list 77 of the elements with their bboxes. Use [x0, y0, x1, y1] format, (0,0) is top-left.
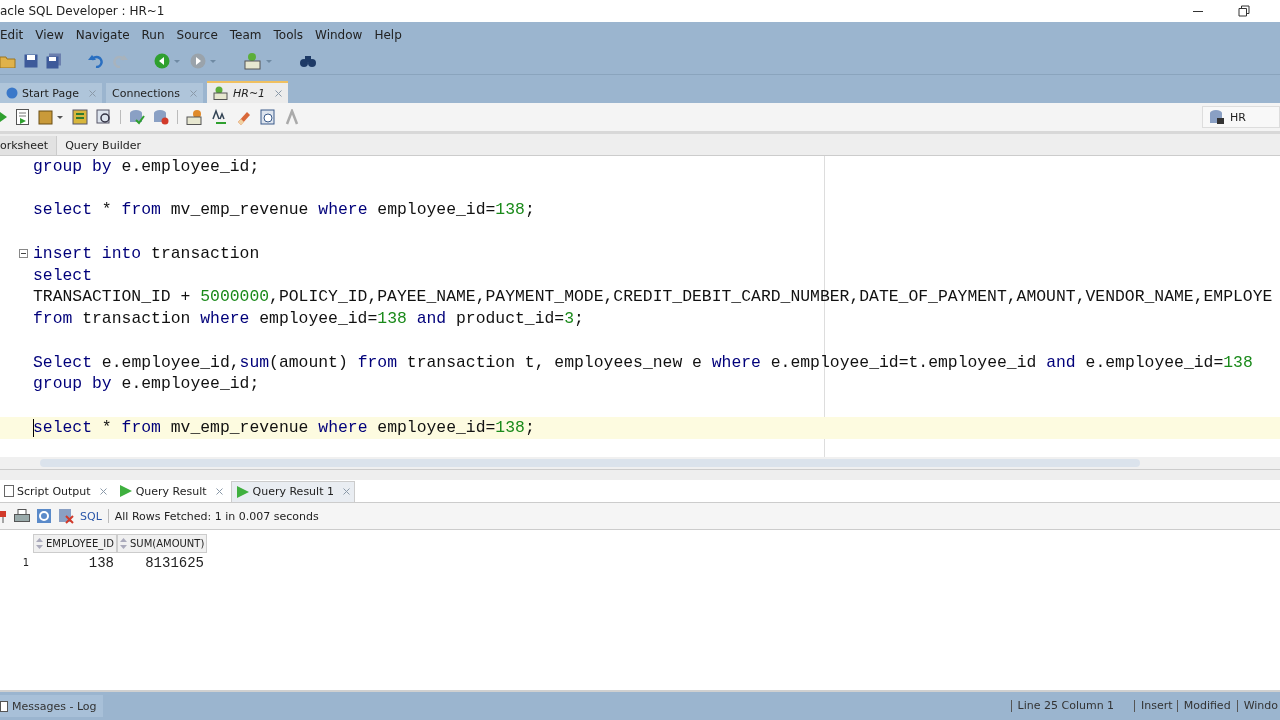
magnifier-icon[interactable]: [96, 109, 112, 125]
run-script-icon[interactable]: [16, 109, 30, 125]
document-icon: [4, 485, 14, 497]
menu-item[interactable]: View: [29, 26, 70, 44]
rollback-icon[interactable]: [153, 109, 169, 125]
code-line: TRANSACTION_ID + 5000000,POLICY_ID,PAYEE_NAME,PAYMENT_MODE,CREDIT_DEBIT_CARD_NUMBER,DATE_OF_PAYMENT,AMOUNT,VENDOR_NAME,EMPLOYE: [33, 287, 1273, 308]
delete-icon[interactable]: [58, 508, 74, 524]
fetch-status: All Rows Fetched: 1 in 0.007 seconds: [114, 509, 319, 523]
code-line: group by e.employee_id;: [33, 156, 260, 177]
connection-selector[interactable]: HR: [1202, 106, 1280, 128]
play-icon: [235, 484, 250, 499]
table-cell-text: 138: [87, 554, 115, 571]
editor-tab[interactable]: orksheet: [0, 136, 58, 155]
result-tab[interactable]: Query Result: [114, 481, 227, 501]
sort-icon: [120, 538, 127, 549]
column-header[interactable]: EMPLOYEE_ID: [33, 534, 117, 553]
menu-item[interactable]: Edit: [0, 26, 30, 44]
play-icon: [118, 484, 133, 498]
sort-icon: [36, 538, 43, 549]
close-icon[interactable]: [275, 89, 283, 97]
code-line: group by e.employee_id;: [33, 374, 260, 395]
connection-name: HR: [1230, 110, 1246, 124]
print-icon[interactable]: [14, 509, 30, 523]
letter-case-icon[interactable]: [212, 109, 228, 125]
status-item: Line 25 Column 1: [1010, 700, 1115, 712]
code-line: select * from mv_emp_revenue where employee_id=138;: [33, 200, 535, 221]
folder-icon[interactable]: [0, 54, 16, 68]
status-item: Windo: [1236, 700, 1280, 712]
explain-plan-icon[interactable]: [72, 109, 88, 125]
editor-tab[interactable]: Query Builder: [57, 136, 150, 155]
menu-item[interactable]: Run: [135, 26, 171, 44]
pin-icon[interactable]: [0, 509, 8, 523]
undo-icon[interactable]: [88, 54, 104, 68]
sql-gear-icon[interactable]: [186, 109, 204, 125]
play-icon[interactable]: [0, 111, 8, 123]
save-all-icon[interactable]: [46, 53, 62, 69]
restore-icon[interactable]: [1238, 5, 1250, 17]
menu-item[interactable]: Window: [309, 26, 369, 44]
commit-icon[interactable]: [129, 109, 145, 125]
menu-item[interactable]: Help: [368, 26, 408, 44]
status-item: Modified: [1176, 700, 1233, 712]
sql-user-icon: [213, 86, 229, 100]
binoculars-icon[interactable]: [300, 54, 316, 68]
row-number: 1: [21, 557, 30, 568]
table-cell-text: 8131625: [144, 554, 205, 571]
save-icon[interactable]: [24, 54, 38, 68]
document-tab[interactable]: Start Page: [0, 83, 102, 103]
code-line: select: [33, 265, 93, 286]
close-icon[interactable]: [342, 488, 350, 495]
forward-arrow-icon[interactable]: [190, 53, 218, 69]
sql-user-icon[interactable]: [244, 52, 274, 70]
menu-item[interactable]: Tools: [267, 26, 310, 44]
info-icon: [6, 87, 18, 99]
code-line: select * from mv_emp_revenue where employee_id=138;: [33, 417, 535, 438]
menu-item[interactable]: Source: [170, 26, 224, 44]
messages-log-tab[interactable]: Messages - Log: [0, 695, 103, 717]
document-tab[interactable]: HR~1: [207, 81, 289, 103]
result-tab[interactable]: Query Result 1: [230, 480, 355, 502]
code-line: Select e.employee_id,sum(amount) from transaction t, employees_new e where e.employee_id=t.employee_id and e.employee_id=138: [33, 352, 1253, 373]
horizontal-scrollbar[interactable]: [0, 457, 1280, 469]
document-tab[interactable]: Connections: [106, 83, 203, 103]
close-icon[interactable]: [215, 487, 223, 495]
window-title: acle SQL Developer : HR~1: [0, 4, 165, 18]
document-icon: [0, 700, 8, 712]
close-icon[interactable]: [99, 487, 107, 495]
eraser-icon[interactable]: [236, 109, 252, 125]
refresh-icon[interactable]: [36, 508, 52, 524]
code-line: from transaction where employee_id=138 and product_id=3;: [33, 309, 584, 330]
result-tab[interactable]: Script Output: [0, 481, 111, 501]
fold-icon[interactable]: [19, 249, 28, 259]
back-arrow-icon[interactable]: [154, 53, 182, 69]
code-line: insert into transaction: [33, 243, 260, 264]
column-header[interactable]: SUM(AMOUNT): [117, 534, 207, 553]
menu-item[interactable]: Navigate: [69, 26, 136, 44]
menu-item[interactable]: Team: [223, 26, 268, 44]
sql-link[interactable]: SQL: [80, 509, 102, 523]
status-item: Insert: [1134, 700, 1173, 712]
